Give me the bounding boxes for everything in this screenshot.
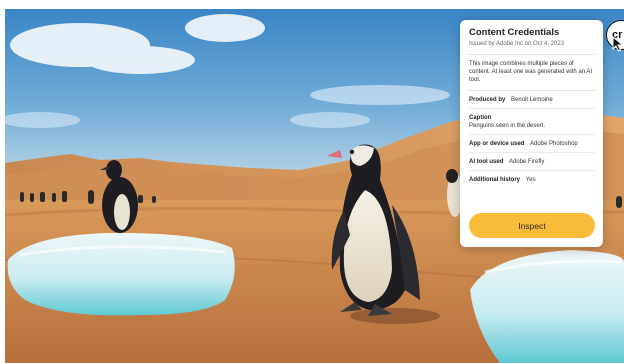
ai-tool-value: Adobe Firefly (509, 159, 545, 165)
issued-by-text: Issued by Adobe Inc on Oct 4, 2023 (469, 41, 565, 47)
content-credentials-panel: Content Credentials Issued by Adobe Inc … (460, 20, 603, 247)
pointer-cursor-icon (612, 36, 624, 52)
history-label: Additional history (469, 177, 520, 183)
app-label: App or device used (469, 141, 525, 147)
produced-by-row: Produced by Benoit Lemoine (469, 90, 595, 108)
inspect-button[interactable]: Inspect (469, 213, 595, 238)
app-row: App or device used Adobe Photoshop (469, 134, 595, 152)
history-row: Additional history Yes (469, 170, 595, 188)
produced-by-label: Produced by (469, 97, 506, 103)
ice-block-left (7, 232, 235, 316)
history-value: Yes (525, 177, 536, 183)
produced-by-value: Benoit Lemoine (511, 97, 553, 103)
divider (469, 54, 595, 55)
ai-tool-row: AI tool used Adobe Firefly (469, 152, 595, 170)
panel-title: Content Credentials (469, 27, 560, 38)
ai-tool-label: AI tool used (469, 159, 504, 165)
caption-value: Penguins seen in the desert. (469, 123, 546, 129)
panel-description: This image combines multiple pieces of c… (469, 61, 593, 83)
caption-label: Caption (469, 115, 492, 121)
caption-row: Caption Penguins seen in the desert. (469, 108, 595, 134)
app-value: Adobe Photoshop (530, 141, 578, 147)
